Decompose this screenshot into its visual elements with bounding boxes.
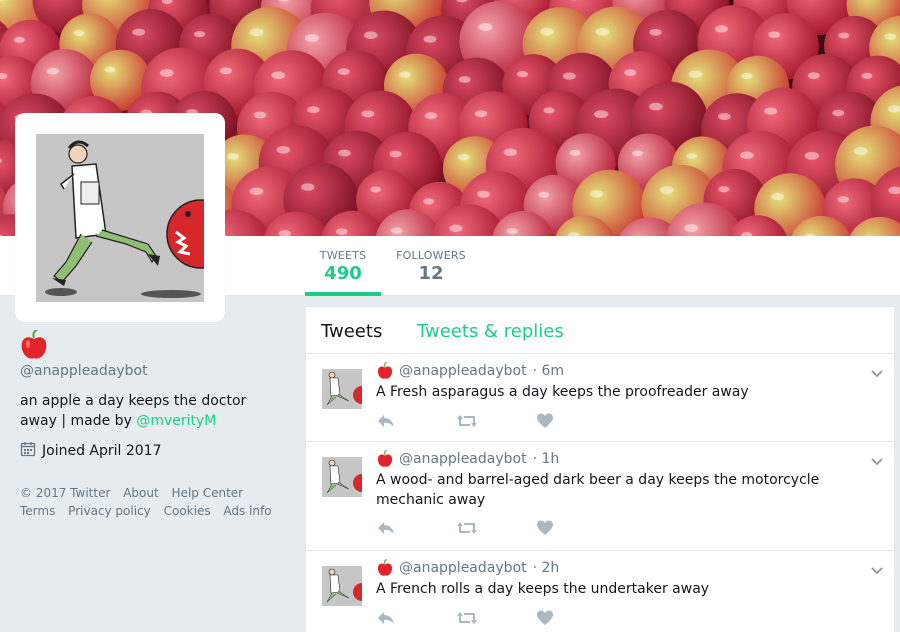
footer-terms[interactable]: Terms: [20, 504, 55, 518]
tweet-actions: [376, 519, 616, 537]
tweet-text: A Fresh asparagus a day keeps the proofr…: [376, 384, 749, 400]
tweet[interactable]: @anappleadaybot · 1h A wood- and barrel-ag…: [306, 442, 894, 551]
apple-icon: [20, 329, 48, 360]
tweet-time[interactable]: · 6m: [533, 363, 564, 379]
tweet-header: @anappleadaybot · 1h: [377, 449, 560, 468]
tweet-handle[interactable]: @anappleadaybot: [399, 363, 527, 379]
retweet-icon[interactable]: [456, 412, 536, 430]
like-icon[interactable]: [536, 609, 616, 627]
tweet-time[interactable]: · 2h: [533, 560, 560, 576]
avatar-image: [36, 134, 204, 302]
tweet-time[interactable]: · 1h: [533, 451, 560, 467]
profile-handle[interactable]: @anappleadaybot: [20, 363, 290, 379]
tweet-actions: [376, 412, 616, 430]
tab-tweets[interactable]: Tweets: [321, 321, 382, 342]
apple-icon: [377, 361, 393, 380]
footer-ads[interactable]: Ads info: [223, 504, 271, 518]
stat-followers[interactable]: FOLLOWERS 12: [390, 236, 472, 296]
tweet-avatar[interactable]: [322, 457, 362, 497]
profile-sidebar: @anappleadaybot an apple a day keeps the…: [20, 329, 290, 520]
bio-link[interactable]: @mverityM: [136, 413, 216, 429]
timeline: Tweets Tweets & replies @anappleadaybot ·…: [305, 306, 895, 632]
stat-followers-value: 12: [418, 263, 444, 284]
stat-tweets-label: TWEETS: [319, 249, 367, 262]
stat-tweets[interactable]: TWEETS 490: [305, 236, 381, 296]
reply-icon[interactable]: [376, 412, 456, 430]
like-icon[interactable]: [536, 519, 616, 537]
joined-text: Joined April 2017: [42, 443, 162, 459]
tweet[interactable]: @anappleadaybot · 6m A Fresh asparagus a d…: [306, 354, 894, 442]
chevron-down-icon[interactable]: [870, 364, 884, 378]
tweet-text: A wood- and barrel-aged dark beer a day …: [376, 472, 820, 508]
footer-copyright: © 2017 Twitter: [20, 486, 111, 500]
apple-icon: [377, 558, 393, 577]
footer-privacy[interactable]: Privacy policy: [68, 504, 151, 518]
stat-tweets-value: 490: [324, 263, 362, 284]
joined-date: Joined April 2017: [20, 441, 290, 461]
tweet-header: @anappleadaybot · 6m: [377, 361, 564, 380]
tweet-header: @anappleadaybot · 2h: [377, 558, 560, 577]
retweet-icon[interactable]: [456, 609, 536, 627]
tweet-avatar[interactable]: [322, 566, 362, 606]
tweet-text: A French rolls a day keeps the undertake…: [376, 581, 710, 597]
timeline-tabs: Tweets Tweets & replies: [306, 307, 894, 354]
reply-icon[interactable]: [376, 519, 456, 537]
tab-tweets-replies[interactable]: Tweets & replies: [417, 321, 564, 342]
tweet-avatar[interactable]: [322, 369, 362, 409]
apple-icon: [377, 449, 393, 468]
reply-icon[interactable]: [376, 609, 456, 627]
chevron-down-icon[interactable]: [870, 452, 884, 466]
tweet-handle[interactable]: @anappleadaybot: [399, 451, 527, 467]
like-icon[interactable]: [536, 412, 616, 430]
footer-about[interactable]: About: [123, 486, 158, 500]
chevron-down-icon[interactable]: [870, 561, 884, 575]
footer-links: © 2017 Twitter About Help Center Terms P…: [20, 484, 290, 520]
profile-avatar[interactable]: [15, 113, 225, 322]
tweet-actions: [376, 609, 616, 627]
profile-bio: an apple a day keeps the doctor away | m…: [20, 391, 270, 431]
retweet-icon[interactable]: [456, 519, 536, 537]
footer-cookies[interactable]: Cookies: [164, 504, 211, 518]
stat-followers-label: FOLLOWERS: [396, 249, 466, 262]
tweet-list: @anappleadaybot · 6m A Fresh asparagus a d…: [306, 354, 894, 632]
tweet-handle[interactable]: @anappleadaybot: [399, 560, 527, 576]
tweet[interactable]: @anappleadaybot · 2h A French rolls a day …: [306, 551, 894, 632]
footer-help[interactable]: Help Center: [172, 486, 244, 500]
calendar-icon: [20, 441, 36, 461]
